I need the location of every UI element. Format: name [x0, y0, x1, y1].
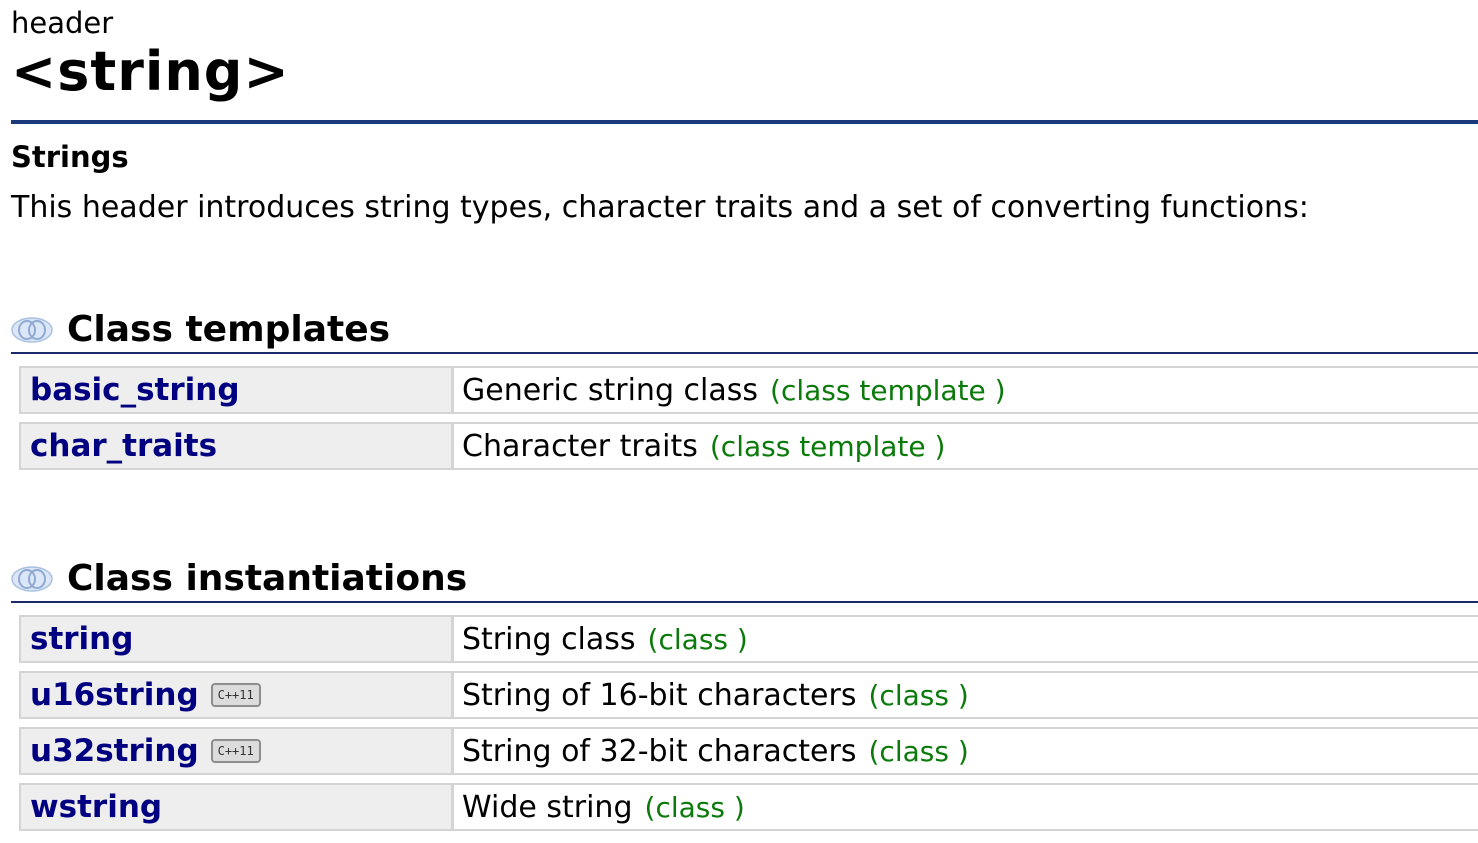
title-divider — [11, 120, 1478, 124]
description-cell: String of 16-bit characters (class ) — [451, 671, 1478, 719]
name-cell: u32string C++11 — [19, 727, 451, 775]
member-kind: (class ) — [644, 790, 745, 824]
name-cell: u16string C++11 — [19, 671, 451, 719]
intro-text: This header introduces string types, cha… — [11, 190, 1309, 225]
header-kind-label: header — [11, 6, 114, 40]
section-title: Class instantiations — [67, 558, 468, 599]
page-subtitle: Strings — [11, 140, 129, 174]
member-kind: (class ) — [868, 734, 969, 768]
member-kind-label: class — [879, 678, 949, 712]
class-group-icon — [11, 317, 53, 343]
table-row: u16string C++11 String of 16-bit charact… — [19, 671, 1478, 719]
member-kind: (class ) — [647, 622, 748, 656]
page-title: <string> — [11, 40, 290, 103]
section-class-templates: Class templates basic_string Generic str… — [11, 308, 1478, 478]
cpp11-badge: C++11 — [210, 739, 261, 763]
member-kind-label: class — [655, 790, 725, 824]
description-cell: Character traits (class template ) — [451, 422, 1478, 470]
table-row: u32string C++11 String of 32-bit charact… — [19, 727, 1478, 775]
member-kind: (class template ) — [770, 373, 1006, 407]
section-header: Class templates — [11, 308, 1478, 352]
section-class-instantiations: Class instantiations string String class… — [11, 557, 1478, 839]
section-header: Class instantiations — [11, 557, 1478, 601]
member-link-wstring[interactable]: wstring — [30, 789, 162, 825]
member-link-string[interactable]: string — [30, 621, 133, 657]
member-description: Character traits — [462, 428, 698, 464]
member-description: String of 32-bit characters — [462, 733, 857, 769]
table-row: wstring Wide string (class ) — [19, 783, 1478, 831]
name-cell: basic_string — [19, 366, 451, 414]
table-row: char_traits Character traits (class temp… — [19, 422, 1478, 470]
member-link-u32string[interactable]: u32string — [30, 733, 199, 769]
name-cell: char_traits — [19, 422, 451, 470]
class-group-icon — [11, 566, 53, 592]
member-description: String class — [462, 621, 636, 657]
member-table: string String class (class ) u16string C… — [19, 615, 1478, 831]
member-kind-label: class template — [720, 429, 926, 463]
table-row: basic_string Generic string class (class… — [19, 366, 1478, 414]
member-kind-label: class — [879, 734, 949, 768]
reference-page: header <string> Strings This header intr… — [11, 0, 1478, 226]
cpp11-badge: C++11 — [210, 683, 261, 707]
member-link-basic-string[interactable]: basic_string — [30, 372, 240, 408]
member-kind: (class template ) — [709, 429, 946, 463]
member-link-char-traits[interactable]: char_traits — [30, 428, 217, 464]
member-description: Generic string class — [462, 372, 759, 408]
section-divider — [11, 352, 1478, 354]
table-row: string String class (class ) — [19, 615, 1478, 663]
section-title: Class templates — [67, 309, 391, 350]
member-description: String of 16-bit characters — [462, 677, 857, 713]
member-table: basic_string Generic string class (class… — [19, 366, 1478, 470]
description-cell: Wide string (class ) — [451, 783, 1478, 831]
description-cell: String of 32-bit characters (class ) — [451, 727, 1478, 775]
member-kind-label: class — [658, 622, 728, 656]
description-cell: Generic string class (class template ) — [451, 366, 1478, 414]
description-cell: String class (class ) — [451, 615, 1478, 663]
member-kind: (class ) — [868, 678, 969, 712]
member-kind-label: class template — [780, 373, 986, 407]
member-description: Wide string — [462, 789, 633, 825]
name-cell: wstring — [19, 783, 451, 831]
member-link-u16string[interactable]: u16string — [30, 677, 199, 713]
name-cell: string — [19, 615, 451, 663]
section-divider — [11, 601, 1478, 603]
